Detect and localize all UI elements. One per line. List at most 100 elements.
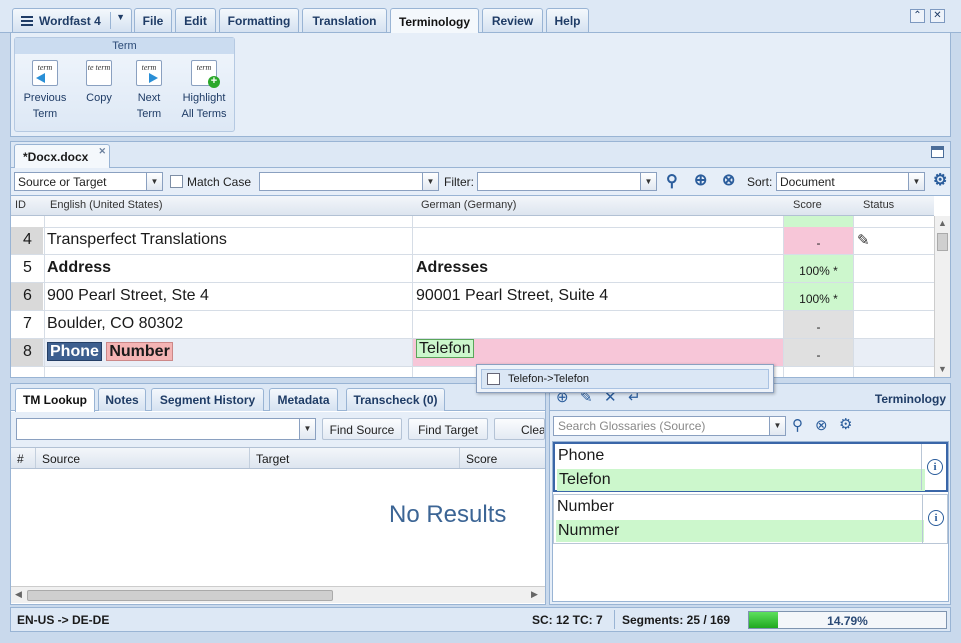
segment-target[interactable]: 90001 Pearl Street, Suite 4	[412, 283, 783, 310]
segment-source: 900 Pearl Street, Ste 4	[44, 283, 412, 310]
maximize-icon[interactable]	[931, 146, 944, 158]
segment-score: -	[783, 227, 853, 254]
highlighted-term[interactable]: Phone	[47, 342, 102, 361]
tab-terminology[interactable]: Terminology	[390, 8, 479, 34]
match-case-checkbox[interactable]	[170, 175, 183, 188]
scroll-thumb[interactable]	[27, 590, 333, 601]
autocomplete-text: Telefon->Telefon	[508, 373, 590, 385]
info-icon[interactable]: i	[927, 459, 943, 475]
search-scope-select[interactable]: Source or Target ▼	[14, 172, 163, 191]
chevron-down-icon: ▼	[640, 173, 656, 190]
sort-label: Sort:	[747, 175, 773, 189]
tab-transcheck[interactable]: Transcheck (0)	[346, 388, 445, 411]
language-pair: EN-US -> DE-DE	[17, 613, 110, 627]
glossary-search-placeholder: Search Glossaries (Source)	[558, 419, 706, 433]
tab-edit[interactable]: Edit	[175, 8, 216, 32]
table-row[interactable]: 7 Boulder, CO 80302 -	[11, 311, 934, 339]
terminology-panel: ⊕ ✎ ✕ ↵ Terminology Search Glossaries (S…	[549, 383, 951, 605]
clear-search-icon[interactable]: ⊗	[722, 170, 735, 190]
pencil-icon: ✎	[857, 232, 870, 249]
tab-formatting[interactable]: Formatting	[219, 8, 299, 32]
tab-tm-lookup[interactable]: TM Lookup	[15, 388, 95, 412]
scroll-thumb[interactable]	[937, 233, 948, 251]
segment-target[interactable]	[412, 227, 783, 254]
table-row[interactable]: 6 900 Pearl Street, Ste 4 90001 Pearl St…	[11, 283, 934, 311]
info-icon[interactable]: i	[928, 510, 944, 526]
chevron-down-icon: ▼	[116, 12, 125, 22]
table-row-active[interactable]: 8 Phone Number Telefon -	[11, 339, 934, 367]
glossary-search-input[interactable]: Search Glossaries (Source) ▼	[553, 416, 786, 436]
highlight-all-terms-button[interactable]: term + Highlight All Terms	[177, 60, 231, 122]
chevron-down-icon: ▼	[146, 173, 162, 190]
find-target-button[interactable]: Find Target	[408, 418, 488, 440]
search-icon[interactable]: ⚲	[666, 171, 678, 191]
segment-score: -	[783, 339, 853, 366]
tab-review[interactable]: Review	[482, 8, 543, 32]
sc-tc-count: SC: 12 TC: 7	[532, 613, 603, 627]
document-tab[interactable]: *Docx.docx ✕	[14, 144, 110, 168]
autocomplete-item[interactable]: Telefon->Telefon	[481, 369, 769, 389]
segment-status	[853, 283, 934, 310]
table-row[interactable]: 5 Address Adresses 100% *	[11, 255, 934, 283]
clear-search-icon[interactable]: ⊗	[815, 416, 828, 434]
segments-count: Segments: 25 / 169	[622, 613, 731, 627]
search-next-icon[interactable]: ⊕	[694, 170, 707, 190]
tab-file[interactable]: File	[134, 8, 172, 32]
glossary-icon	[487, 373, 500, 385]
col-score: Score	[459, 448, 541, 468]
gear-icon[interactable]: ⚙	[933, 170, 947, 190]
copy-term-button[interactable]: te term Copy	[79, 60, 119, 106]
filter-label: Filter:	[444, 175, 474, 189]
segment-status: ✎	[853, 227, 934, 254]
highlight-label2: All Terms	[181, 108, 227, 120]
highlight-label1: Highlight	[182, 92, 226, 104]
segment-target[interactable]	[412, 311, 783, 338]
sort-select[interactable]: Document ▼	[776, 172, 925, 191]
segment-status	[853, 255, 934, 282]
col-number: #	[17, 452, 24, 466]
previous-term-button[interactable]: term Previous Term	[21, 60, 69, 122]
tab-translation[interactable]: Translation	[302, 8, 387, 32]
lookup-panel: TM Lookup Notes Segment History Metadata…	[10, 383, 546, 605]
next-term-label2: Term	[136, 108, 162, 120]
close-icon[interactable]: ✕	[930, 9, 945, 23]
grid-scrollbar[interactable]: ▲ ▼	[934, 216, 950, 377]
app-menu-button[interactable]: Wordfast 4 ▼	[12, 8, 132, 32]
copy-term-label: Copy	[86, 92, 112, 104]
filter-select[interactable]: ▼	[477, 172, 657, 191]
next-term-button[interactable]: term Next Term	[129, 60, 169, 122]
search-icon[interactable]: ⚲	[792, 416, 803, 434]
table-row[interactable]: 4 Transperfect Translations - ✎	[11, 227, 934, 255]
term-list: Phone Telefon i Number Nummer i	[552, 441, 949, 602]
term-entry[interactable]: Number Nummer i	[553, 494, 948, 544]
lookup-controls: ▼ Find Source Find Target Clear	[11, 412, 545, 447]
lookup-hscrollbar[interactable]: ◀ ▶	[11, 586, 545, 603]
lookup-input[interactable]: ▼	[16, 418, 316, 440]
segment-target[interactable]: Adresses	[412, 255, 783, 282]
tab-notes[interactable]: Notes	[98, 388, 146, 411]
term-entry[interactable]: Phone Telefon i	[553, 442, 948, 492]
tab-segment-history[interactable]: Segment History	[151, 388, 264, 411]
header-source: English (United States)	[50, 199, 163, 211]
tab-help[interactable]: Help	[546, 8, 589, 32]
autocomplete-popup: Telefon->Telefon	[476, 364, 774, 393]
filter-toolbar: Source or Target ▼ Match Case ▼ Filter: ▼…	[10, 168, 951, 195]
segment-source: Address	[44, 255, 412, 282]
highlighted-term[interactable]: Number	[106, 342, 173, 361]
table-row[interactable]	[11, 367, 934, 377]
clear-button[interactable]: Clear	[494, 418, 545, 440]
match-case-label: Match Case	[187, 175, 252, 189]
collapse-ribbon-icon[interactable]: ⌃	[910, 9, 925, 23]
app-menu-label: Wordfast 4	[39, 13, 101, 28]
gear-icon[interactable]: ⚙	[839, 415, 852, 433]
chevron-down-icon: ▼	[769, 417, 785, 435]
segment-target-editor[interactable]: Telefon	[412, 339, 783, 366]
chevron-down-icon: ▼	[908, 173, 924, 190]
term-target: Telefon	[557, 469, 925, 491]
search-input[interactable]: ▼	[259, 172, 439, 191]
tab-metadata[interactable]: Metadata	[269, 388, 338, 411]
find-source-button[interactable]: Find Source	[322, 418, 402, 440]
chevron-down-icon: ▼	[422, 173, 438, 190]
close-tab-icon[interactable]: ✕	[98, 146, 106, 157]
next-term-icon: term	[136, 60, 162, 86]
